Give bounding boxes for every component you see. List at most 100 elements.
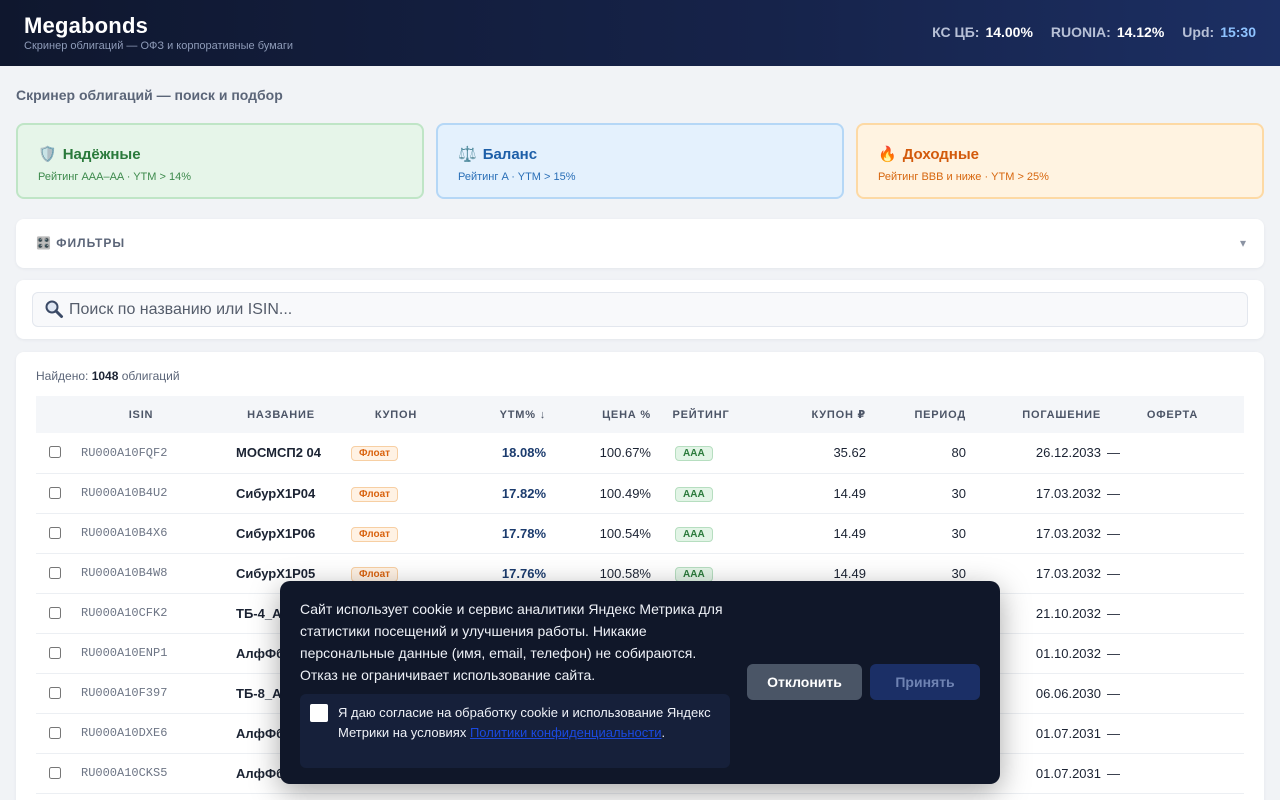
preset-subtitle: Рейтинг A · YTM > 15% (458, 171, 576, 183)
search-input[interactable] (32, 292, 1248, 327)
shield-icon: 🛡️ (38, 146, 57, 163)
row-checkbox[interactable] (49, 526, 61, 539)
row-name[interactable]: МОСМСП2 04 (216, 433, 346, 474)
col-isin[interactable]: ISIN (66, 396, 216, 433)
row-isin: RU000A10FQF2 (66, 433, 216, 474)
preset-title: Доходные (902, 146, 980, 163)
row-checkbox[interactable] (49, 726, 61, 739)
preset-balance[interactable]: ⚖️ Баланс Рейтинг A · YTM > 15% (436, 123, 844, 199)
row-isin: RU000A10ENP1 (66, 633, 216, 674)
row-offer: — (1101, 513, 1244, 554)
results-count: Найдено: 1048 облигаций (36, 369, 180, 383)
row-period: 80 (866, 433, 966, 474)
table-row[interactable]: RU000A10FQF2 МОСМСП2 04 Флоат 18.08% 100… (36, 433, 1244, 474)
ruonia-rate: RUONIA: 14.12% (1051, 24, 1164, 40)
row-isin: RU000A10DXE6 (66, 713, 216, 754)
brand-subtitle: Скринер облигаций — ОФЗ и корпоративные … (24, 40, 293, 52)
scales-icon: ⚖️ (458, 146, 477, 163)
found-count: 1048 (91, 369, 119, 383)
row-name[interactable]: СибурХ1Р04 (216, 473, 346, 514)
rating-badge: AAA (675, 446, 713, 462)
consent-label: Я даю согласие на обработку cookie и исп… (338, 703, 718, 743)
key-rate-value: 14.00% (985, 24, 1033, 40)
col-rating[interactable]: РЕЙТИНГ (651, 396, 751, 433)
found-suffix: облигаций (121, 369, 180, 383)
key-rate-label: КС ЦБ: (932, 24, 980, 40)
coupon-type-badge: Флоат (351, 446, 399, 462)
row-isin: RU000A10CKS5 (66, 753, 216, 794)
table-row[interactable]: RU000A10B4U2 СибурХ1Р04 Флоат 17.82% 100… (36, 473, 1244, 514)
fire-icon: 🔥 (878, 146, 897, 163)
key-rate: КС ЦБ: 14.00% (932, 24, 1033, 40)
row-maturity: 17.03.2032 (966, 513, 1101, 554)
row-price: 100.67% (546, 433, 651, 474)
preset-reliable[interactable]: 🛡️ Надёжные Рейтинг AAA–AA · YTM > 14% (16, 123, 424, 199)
table-row[interactable]: RU000A10B4X6 СибурХ1Р06 Флоат 17.78% 100… (36, 513, 1244, 554)
row-offer: — (1101, 473, 1244, 514)
row-coupon-rub: 35.62 (751, 433, 866, 474)
row-maturity: 17.03.2032 (966, 473, 1101, 514)
privacy-policy-link[interactable]: Политики конфиденциальности (470, 725, 662, 740)
found-label: Найдено: (36, 369, 89, 383)
col-select (36, 396, 66, 433)
update-time: Upd: 15:30 (1182, 24, 1256, 40)
coupon-type-badge: Флоат (351, 566, 399, 582)
ruonia-value: 14.12% (1116, 24, 1165, 40)
row-period: 30 (866, 513, 966, 554)
row-checkbox[interactable] (49, 646, 61, 659)
cookie-message: Сайт использует cookie и сервис аналитик… (300, 601, 723, 683)
top-header: Megabonds Скринер облигаций — ОФЗ и корп… (0, 0, 1280, 66)
coupon-type-badge: Флоат (351, 486, 399, 502)
filters-text: ФИЛЬТРЫ (56, 236, 126, 250)
row-offer: — (1101, 753, 1244, 794)
preset-high-yield[interactable]: 🔥 Доходные Рейтинг BBB и ниже · YTM > 25% (856, 123, 1264, 199)
row-checkbox[interactable] (49, 446, 61, 459)
col-name[interactable]: НАЗВАНИЕ (216, 396, 346, 433)
brand-logo[interactable]: Megabonds (24, 13, 148, 39)
row-ytm: 17.82% (446, 473, 546, 514)
row-checkbox[interactable] (49, 766, 61, 779)
row-offer: — (1101, 633, 1244, 674)
col-coupon-rub[interactable]: КУПОН ₽ (751, 396, 866, 433)
preset-subtitle: Рейтинг BBB и ниже · YTM > 25% (878, 171, 1049, 183)
row-price: 100.54% (546, 513, 651, 554)
preset-title: Надёжные (62, 146, 141, 163)
row-offer: — (1101, 673, 1244, 714)
row-isin: RU000A10CFK2 (66, 593, 216, 634)
consent-end: . (661, 725, 666, 740)
col-maturity[interactable]: ПОГАШЕНИЕ (966, 396, 1101, 433)
coupon-type-badge: Флоат (351, 526, 399, 542)
row-offer: — (1101, 433, 1244, 474)
row-name[interactable]: СибурХ1Р06 (216, 513, 346, 554)
filters-toggle[interactable]: 🎛️ ФИЛЬТРЫ ▾ (16, 219, 1264, 268)
consent-checkbox[interactable] (310, 704, 328, 722)
preset-subtitle: Рейтинг AAA–AA · YTM > 14% (38, 171, 191, 183)
row-period: 30 (866, 473, 966, 514)
rating-badge: AAA (675, 566, 713, 582)
row-checkbox[interactable] (49, 606, 61, 619)
row-isin: RU000A10F397 (66, 673, 216, 714)
accept-button[interactable]: Принять (870, 664, 980, 700)
col-offer[interactable]: ОФЕРТА (1101, 396, 1244, 433)
col-ytm[interactable]: YTM% ↓ (446, 396, 546, 433)
update-value: 15:30 (1220, 24, 1256, 40)
col-price[interactable]: ЦЕНА % (546, 396, 651, 433)
rates-bar: КС ЦБ: 14.00% RUONIA: 14.12% Upd: 15:30 (932, 24, 1256, 40)
cookie-consent-dialog: Сайт использует cookie и сервис аналитик… (280, 581, 1000, 784)
rating-badge: AAA (675, 526, 713, 542)
col-period[interactable]: ПЕРИОД (866, 396, 966, 433)
row-coupon-rub: 14.49 (751, 473, 866, 514)
row-price: 100.49% (546, 473, 651, 514)
search-panel (16, 280, 1264, 339)
rating-badge: AAA (675, 486, 713, 502)
row-offer: — (1101, 553, 1244, 594)
row-maturity: 26.12.2033 (966, 433, 1101, 474)
row-coupon-rub: 14.49 (751, 513, 866, 554)
row-ytm: 18.08% (446, 433, 546, 474)
row-checkbox[interactable] (49, 566, 61, 579)
row-checkbox[interactable] (49, 686, 61, 699)
row-checkbox[interactable] (49, 486, 61, 499)
col-coupon[interactable]: КУПОН (346, 396, 446, 433)
ruonia-label: RUONIA: (1050, 24, 1111, 40)
decline-button[interactable]: Отклонить (747, 664, 862, 700)
